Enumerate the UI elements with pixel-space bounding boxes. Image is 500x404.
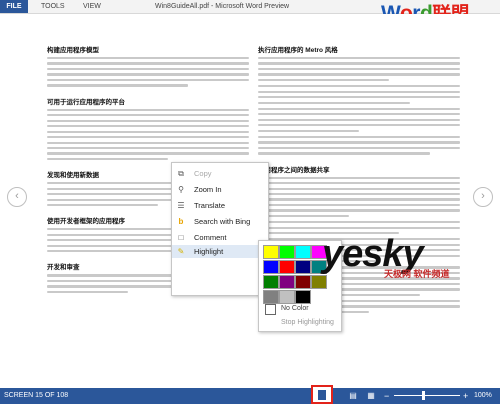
menu-item-zoom-in[interactable]: ⚲ Zoom In [172, 183, 268, 196]
yesky-watermark: yesky 天极网 软件频道 [322, 234, 472, 282]
tab-file[interactable]: FILE [0, 0, 28, 13]
color-swatch[interactable] [279, 245, 295, 259]
color-swatch[interactable] [279, 275, 295, 289]
tab-tools[interactable]: TOOLS [41, 0, 65, 13]
chevron-left-icon: ‹ [15, 190, 19, 202]
color-swatch[interactable] [279, 260, 295, 274]
menu-item-translate[interactable]: ☰ Translate [172, 199, 268, 212]
color-swatch[interactable] [295, 245, 311, 259]
zoom-in-button[interactable]: + [463, 388, 468, 404]
read-mode-icon [318, 390, 326, 400]
watermark-sub-text: 天极网 软件频道 [384, 269, 450, 279]
tab-view[interactable]: VIEW [83, 0, 101, 13]
paragraph [47, 57, 249, 87]
paragraph [258, 107, 460, 132]
bing-icon: b [178, 217, 184, 226]
previous-page-button[interactable]: ‹ [7, 187, 27, 207]
menu-item-search-with-bing[interactable]: b Search with Bing [172, 215, 268, 228]
context-menu: ⧉ Copy ⚲ Zoom In ☰ Translate b Search wi… [171, 162, 269, 296]
print-layout-icon[interactable]: ▤ [347, 391, 359, 401]
screen-count: SCREEN 15 OF 108 [4, 392, 69, 399]
chevron-right-icon: › [481, 190, 485, 202]
menu-item-highlight[interactable]: ✎ Highlight ▸ [172, 245, 268, 258]
highlight-icon: ✎ [177, 247, 185, 256]
section-heading: 构建应用程序模型 [47, 47, 99, 54]
menu-item-comment[interactable]: □ Comment [172, 231, 268, 244]
no-color-option[interactable]: No Color [259, 302, 341, 315]
status-bar: SCREEN 15 OF 108 ▤ ▦ − + 100% [0, 388, 500, 404]
translate-icon: ☰ [177, 201, 185, 210]
window-title: Win8GuideAll.pdf - Microsoft Word Previe… [155, 3, 290, 10]
menu-item-copy[interactable]: ⧉ Copy [172, 167, 268, 180]
paragraph [258, 57, 460, 82]
section-heading: 应用程序之间的数据共享 [258, 166, 330, 174]
paragraph [258, 176, 460, 218]
paragraph [47, 108, 249, 161]
zoom-out-button[interactable]: − [384, 388, 389, 404]
paragraph [258, 135, 460, 155]
zoom-slider-thumb[interactable] [422, 391, 425, 400]
next-page-button[interactable]: › [473, 187, 493, 207]
zoom-level[interactable]: 100% [474, 388, 492, 404]
comment-icon: □ [178, 233, 184, 242]
no-color-icon [265, 304, 276, 315]
color-swatch[interactable] [263, 245, 279, 259]
paragraph [258, 85, 460, 104]
color-swatch[interactable] [295, 275, 311, 289]
color-swatch[interactable] [263, 275, 279, 289]
read-mode-button[interactable] [311, 385, 333, 404]
web-layout-icon[interactable]: ▦ [365, 391, 377, 401]
stop-highlighting-option[interactable]: Stop Highlighting [259, 316, 341, 329]
zoom-in-icon: ⚲ [178, 185, 184, 194]
color-swatch[interactable] [263, 260, 279, 274]
color-swatch[interactable] [295, 260, 311, 274]
section-heading: 可用于运行应用程序的平台 [47, 98, 125, 106]
zoom-slider-track[interactable] [394, 395, 460, 396]
copy-icon: ⧉ [178, 169, 184, 178]
section-heading: 执行应用程序的 Metro 风格 [258, 47, 338, 54]
